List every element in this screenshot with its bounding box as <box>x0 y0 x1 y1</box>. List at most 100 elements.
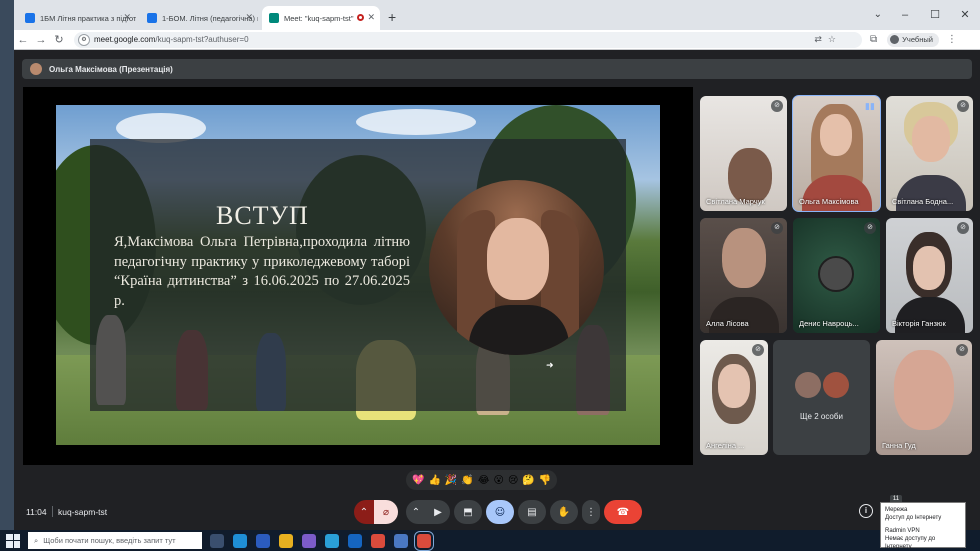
participant-tile[interactable]: ⊘ Світлана Марчук <box>700 96 787 211</box>
participant-tile[interactable]: ⊘ Ангеліна ... <box>700 340 768 455</box>
mic-off-icon: ⊘ <box>957 100 969 112</box>
reaction-thumbs-up[interactable]: 👍 <box>428 475 440 486</box>
word-icon[interactable] <box>256 533 270 548</box>
close-tab-icon[interactable]: ✕ <box>123 12 131 23</box>
minimize-button[interactable]: – <box>890 0 920 30</box>
translate-bookmark-icons[interactable]: ⇄☆ <box>814 34 842 45</box>
edge-icon[interactable] <box>233 533 247 548</box>
taskbar: ⌕ Щоби почати пошук, введіть запит тут <box>0 530 980 551</box>
avatar <box>795 372 821 398</box>
viber-icon[interactable] <box>302 533 316 548</box>
more-participants-tile[interactable]: Ще 2 особи <box>773 340 870 455</box>
present-button[interactable]: ⬒ <box>454 500 482 524</box>
participant-name: Вікторія Ганзюк <box>892 319 946 328</box>
reaction-laugh[interactable]: 😂 <box>478 475 490 486</box>
meet-icon <box>269 13 279 23</box>
participant-tile[interactable]: ⊘ Вікторія Ганзюк <box>886 218 973 333</box>
reaction-sad[interactable]: 😢 <box>508 475 518 486</box>
mic-off-icon: ⊘ <box>752 344 764 356</box>
reaction-clap[interactable]: 👏 <box>461 475 473 486</box>
participant-video <box>728 148 772 204</box>
participant-name: Ангеліна ... <box>706 441 745 450</box>
participant-video <box>820 114 852 156</box>
camera-toggle-button[interactable]: ▶ <box>426 500 450 524</box>
maximize-button[interactable]: ☐ <box>920 0 950 30</box>
reactions-button[interactable]: ☺ <box>486 500 514 524</box>
more-participants-label: Ще 2 особи <box>800 412 843 421</box>
window-controls: – ☐ ✕ <box>890 0 980 30</box>
reaction-thumbs-down[interactable]: 👎 <box>539 475 551 486</box>
taskbar-search-input[interactable]: ⌕ Щоби почати пошук, введіть запит тут <box>28 532 202 549</box>
participant-tile[interactable]: ⊘ Алла Лісова <box>700 218 787 333</box>
file-explorer-icon[interactable] <box>279 533 293 548</box>
participant-name: Світлана Марчук <box>706 197 765 206</box>
participant-video <box>913 246 945 290</box>
tooltip-line: Radmin VPN <box>885 528 920 534</box>
screen: 1БМ Літня практика з підготов ✕ 1-БОМ. Л… <box>0 0 980 551</box>
profile-button[interactable]: Учебный <box>887 32 939 47</box>
tooltip-line: Немає доступу до Інтернету <box>885 536 936 550</box>
cloud <box>356 109 476 135</box>
search-icon: ⌕ <box>34 535 39 545</box>
leave-call-button[interactable]: ☎ <box>604 500 642 524</box>
telegram-icon[interactable] <box>325 533 339 548</box>
mic-off-icon: ⊘ <box>771 222 783 234</box>
reaction-party[interactable]: 🎉 <box>445 475 457 486</box>
reaction-thinking[interactable]: 🤔 <box>522 475 534 486</box>
participant-tile[interactable]: ⊘ Ганна Гуд <box>876 340 972 455</box>
participant-tile[interactable]: ▮▮ Ольга Максімова <box>792 95 881 212</box>
mic-off-icon: ⊘ <box>771 100 783 112</box>
meet-window: Ольга Максімова (Презентація) ВСТУП Я,Ма… <box>14 51 980 530</box>
participant-tile[interactable]: ⊘ Світлана Бодна... <box>886 96 973 211</box>
participant-name: Ганна Гуд <box>882 441 916 450</box>
participant-video <box>718 364 750 408</box>
mic-options-button[interactable]: ⌃ <box>354 500 374 524</box>
task-view-icon[interactable] <box>210 533 224 548</box>
reload-button[interactable]: ↻ <box>50 33 68 46</box>
extensions-icon[interactable]: ⧉ <box>870 34 877 45</box>
chrome-icon[interactable] <box>371 533 385 548</box>
mail-icon[interactable] <box>348 533 362 548</box>
raise-hand-button[interactable]: ✋ <box>550 500 578 524</box>
presenter-bar: Ольга Максімова (Презентація) <box>22 59 972 79</box>
new-tab-button[interactable]: + <box>388 9 396 25</box>
meeting-code: kuq-sapm-tst <box>58 507 108 517</box>
back-button[interactable]: ← <box>14 34 32 46</box>
tab-title: 1БМ Літня практика з підготов <box>40 13 136 23</box>
participant-video <box>912 116 950 162</box>
participant-name: Алла Лісова <box>706 319 749 328</box>
avatar <box>890 35 900 44</box>
desktop-edge <box>0 0 14 530</box>
browser-tab-1[interactable]: 1БМ Літня практика з підготов ✕ <box>18 6 136 30</box>
tab-search-icon[interactable]: ⌄ <box>874 9 882 20</box>
reaction-heart[interactable]: 💖 <box>412 475 424 486</box>
close-tab-icon[interactable]: ✕ <box>367 12 375 23</box>
mouse-cursor-icon: ➜ <box>546 360 554 370</box>
photo-face <box>487 218 549 300</box>
windows-start-button[interactable] <box>6 533 20 548</box>
tab-title: Meet: "kuq-sapm-tst" <box>284 13 354 23</box>
tooltip-line: Мережа <box>885 507 908 513</box>
search-placeholder: Щоби почати пошук, введіть запит тут <box>43 536 176 545</box>
chrome-active-icon[interactable] <box>414 530 434 551</box>
browser-tab-bar: 1БМ Літня практика з підготов ✕ 1-БОМ. Л… <box>14 0 980 30</box>
participant-tile[interactable]: ⊘ Денис Наврoць... <box>793 218 880 333</box>
zoom-icon[interactable] <box>394 533 408 548</box>
more-options-button[interactable]: ⋮ <box>582 500 600 524</box>
browser-tab-2[interactable]: 1-БОМ. Літня (педагогічна) пр ✕ <box>140 6 258 30</box>
chrome-menu-icon[interactable]: ⋮ <box>947 34 957 45</box>
meeting-info-icon[interactable]: i <box>859 504 873 518</box>
close-window-button[interactable]: ✕ <box>950 0 980 30</box>
presentation-stage[interactable]: ВСТУП Я,Максімова Ольга Петрівна,проходи… <box>23 87 693 465</box>
url-input[interactable]: ⚙ meet.google.com /kuq-sapm-tst?authuser… <box>74 31 862 48</box>
browser-tab-3[interactable]: Meet: "kuq-sapm-tst" ✕ <box>262 6 380 30</box>
forward-button[interactable]: → <box>32 34 50 46</box>
camera-options-button[interactable]: ⌃ <box>406 500 426 524</box>
reaction-surprised[interactable]: 😮 <box>494 475 504 486</box>
site-info-icon[interactable]: ⚙ <box>78 33 90 46</box>
close-tab-icon[interactable]: ✕ <box>245 12 253 23</box>
slide-title: ВСТУП <box>216 201 309 230</box>
mic-toggle-button[interactable]: ⌀ <box>374 500 398 524</box>
captions-button[interactable]: ▤ <box>518 500 546 524</box>
url-path: /kuq-sapm-tst?authuser=0 <box>155 35 249 44</box>
